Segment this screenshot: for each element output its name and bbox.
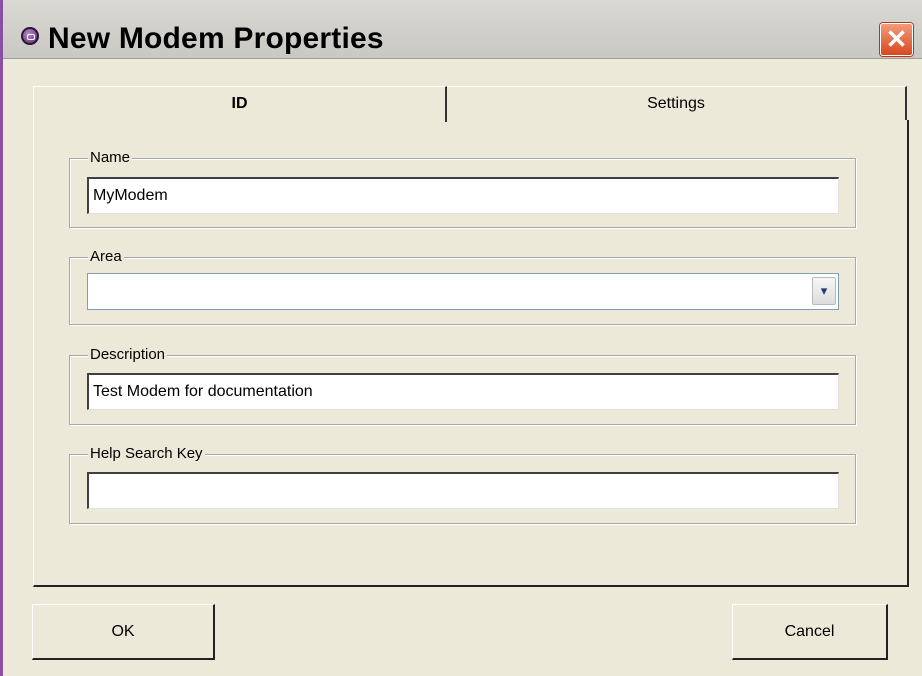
- properties-dialog: New Modem Properties ✕ ID Settings Name …: [0, 0, 922, 676]
- tab-settings[interactable]: Settings: [447, 86, 907, 120]
- help-search-key-field[interactable]: [87, 472, 839, 509]
- close-button[interactable]: ✕: [880, 23, 913, 56]
- area-label: Area: [88, 248, 124, 266]
- tab-id[interactable]: ID: [33, 86, 447, 122]
- name-group: Name MyModem: [69, 149, 856, 228]
- ok-button[interactable]: OK: [32, 604, 215, 660]
- cancel-button[interactable]: Cancel: [732, 604, 888, 660]
- description-group: Description Test Modem for documentation: [69, 346, 856, 425]
- area-select[interactable]: ▾: [87, 273, 839, 310]
- close-icon: ✕: [885, 24, 908, 54]
- app-icon: [21, 27, 39, 45]
- description-field[interactable]: Test Modem for documentation: [87, 373, 839, 410]
- help-search-key-label: Help Search Key: [88, 445, 205, 463]
- tab-id-label: ID: [231, 95, 248, 112]
- area-group: Area ▾: [69, 248, 856, 325]
- name-field[interactable]: MyModem: [87, 177, 839, 214]
- dialog-title: New Modem Properties: [48, 22, 384, 55]
- help-search-key-group: Help Search Key: [69, 445, 856, 524]
- name-label: Name: [88, 149, 133, 167]
- title-bar[interactable]: New Modem Properties ✕: [3, 0, 922, 59]
- description-label: Description: [88, 346, 168, 364]
- chevron-down-icon: ▾: [820, 283, 828, 298]
- area-dropdown-button[interactable]: ▾: [812, 277, 836, 305]
- tab-settings-label: Settings: [647, 95, 705, 112]
